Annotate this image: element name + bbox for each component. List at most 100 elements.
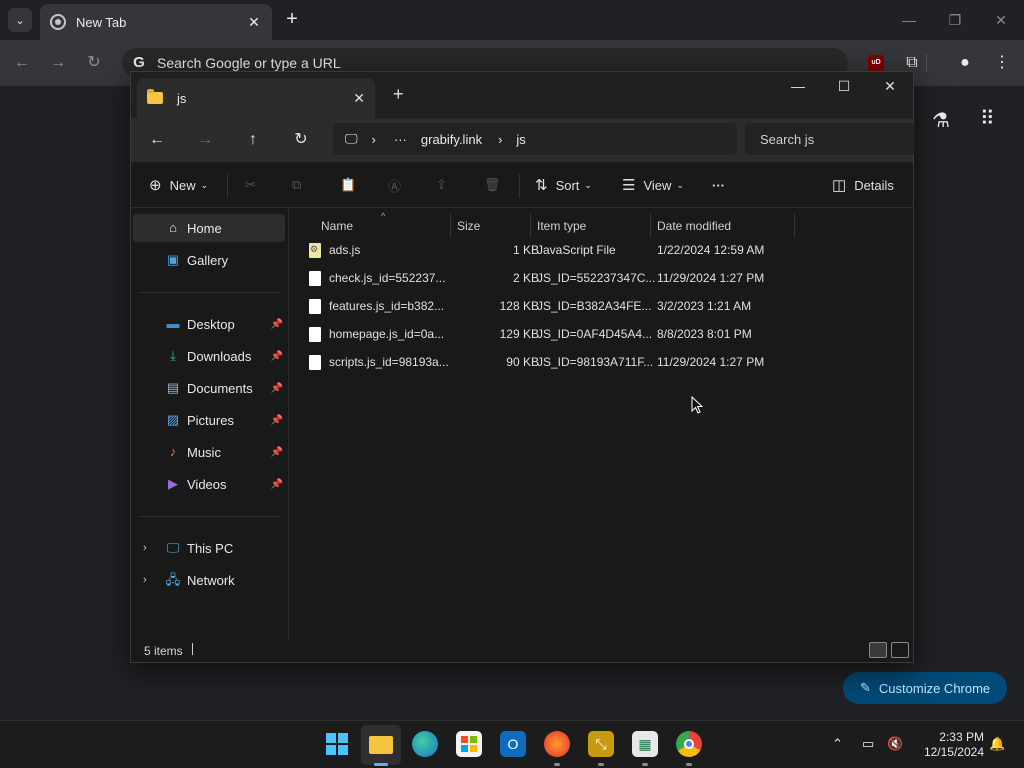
network-status-icon[interactable]: ▭ [862, 736, 874, 752]
profile-icon[interactable]: ● [954, 52, 976, 74]
chrome-tabstrip: ⌄ New Tab ✕ + — ❐ ✕ [0, 0, 1024, 40]
google-apps-icon[interactable]: ⠿ [980, 106, 995, 131]
paste-icon[interactable]: 📋 [340, 174, 356, 196]
column-header-size[interactable]: Size [457, 214, 529, 238]
delete-icon[interactable]: 🗑 [484, 174, 501, 196]
forward-icon[interactable]: → [47, 52, 69, 74]
chevron-right-icon[interactable]: › [143, 542, 147, 554]
sort-button[interactable]: ⇅ Sort ⌄ [535, 174, 592, 196]
close-window-icon[interactable]: ✕ [978, 0, 1024, 40]
chrome-tab-new-tab[interactable]: New Tab ✕ [40, 4, 272, 40]
column-header-modified[interactable]: Date modified [657, 214, 793, 238]
reload-icon[interactable]: ↻ [83, 52, 105, 74]
share-icon[interactable]: ⇪ [436, 174, 447, 196]
close-tab-icon[interactable]: ✕ [353, 90, 365, 107]
back-icon[interactable]: ← [11, 52, 33, 74]
chrome-menu-icon[interactable]: ⋮ [991, 52, 1013, 74]
sidebar-item-label: Videos [187, 476, 227, 492]
minimize-icon[interactable]: — [886, 0, 932, 40]
pin-icon[interactable]: 📌 [271, 319, 283, 330]
restore-icon[interactable]: ❐ [932, 0, 978, 40]
sidebar-item-videos[interactable]: ▶ Videos 📌 [133, 470, 285, 498]
pin-icon[interactable]: 📌 [271, 351, 283, 362]
close-tab-icon[interactable]: ✕ [246, 14, 262, 31]
sidebar-item-desktop[interactable]: ▬ Desktop 📌 [133, 310, 285, 338]
sidebar-item-documents[interactable]: ▤ Documents 📌 [133, 374, 285, 402]
taskbar-app-window[interactable]: ▦ [632, 731, 658, 757]
file-modified: 11/29/2024 1:27 PM [657, 355, 765, 369]
sidebar-item-network[interactable]: › 🖧 Network [133, 566, 285, 594]
breadcrumb-js[interactable]: js [516, 132, 525, 147]
pin-icon[interactable]: 📌 [271, 447, 283, 458]
omnibox-placeholder: Search Google or type a URL [157, 55, 341, 71]
column-divider[interactable] [794, 214, 795, 238]
explorer-tab-js[interactable]: js ✕ [137, 78, 375, 118]
notification-bell-icon[interactable]: 🔔 [989, 736, 1005, 752]
status-divider [192, 643, 193, 655]
taskbar-file-explorer[interactable] [361, 725, 401, 765]
copy-icon[interactable]: ⧉ [292, 174, 301, 196]
minimize-icon[interactable]: — [775, 72, 821, 100]
sidebar-item-gallery[interactable]: ▣ Gallery [133, 246, 285, 274]
explorer-new-tab-button[interactable]: + [393, 84, 404, 105]
sidebar-divider [139, 292, 279, 293]
start-button[interactable] [324, 731, 350, 757]
file-row[interactable]: ads.js 1 KB JavaScript File 1/22/2024 12… [305, 236, 785, 264]
sidebar-item-pictures[interactable]: ▨ Pictures 📌 [133, 406, 285, 434]
back-arrow-icon[interactable]: ← [145, 128, 169, 152]
taskbar-clock[interactable]: 2:33 PM 12/15/2024 [912, 730, 984, 760]
taskbar-chrome[interactable] [676, 731, 702, 757]
column-divider[interactable] [650, 214, 651, 238]
file-row[interactable]: check.js_id=552237... 2 KB JS_ID=5522373… [305, 264, 785, 292]
chevron-right-icon[interactable]: › [143, 574, 147, 586]
refresh-icon[interactable]: ↻ [289, 128, 313, 152]
address-bar[interactable]: 🖵 › ··· grabify.link › js [333, 123, 737, 155]
file-row[interactable]: homepage.js_id=0a... 129 KB JS_ID=0AF4D4… [305, 320, 785, 348]
taskbar-edge[interactable] [412, 731, 438, 757]
view-button[interactable]: ☰ View ⌄ [622, 174, 684, 196]
column-divider[interactable] [530, 214, 531, 238]
separator [227, 174, 228, 198]
maximize-icon[interactable]: ☐ [821, 72, 867, 100]
file-row[interactable]: features.js_id=b382... 128 KB JS_ID=B382… [305, 292, 785, 320]
rename-icon[interactable]: Ⓐ [388, 174, 401, 196]
breadcrumb-grabify-link[interactable]: grabify.link [421, 132, 482, 147]
column-header-name[interactable]: Name ^ [321, 211, 449, 238]
more-options-button[interactable]: ··· [712, 174, 725, 196]
search-input[interactable]: Search js [745, 123, 915, 155]
new-button[interactable]: ⊕ New ⌄ [149, 174, 208, 196]
details-button[interactable]: ◫ Details [832, 174, 894, 196]
breadcrumb-overflow[interactable]: ··· [394, 132, 407, 147]
chrome-window-controls: — ❐ ✕ [886, 0, 1024, 40]
tiles-view-icon[interactable] [891, 642, 909, 658]
ublock-extension-icon[interactable]: uD [868, 55, 884, 71]
forward-arrow-icon[interactable]: → [193, 128, 217, 152]
cut-icon[interactable]: ✂ [245, 174, 256, 196]
column-header-type[interactable]: Item type [537, 214, 649, 238]
sidebar-item-downloads[interactable]: ⤓ Downloads 📌 [133, 342, 285, 370]
chevron-up-icon[interactable]: ⌃ [832, 736, 843, 752]
customize-chrome-button[interactable]: ✎ Customize Chrome [843, 672, 1007, 704]
close-window-icon[interactable]: ✕ [867, 72, 913, 100]
column-divider[interactable] [450, 214, 451, 238]
taskbar-store[interactable] [456, 731, 482, 757]
sidebar-item-music[interactable]: ♪ Music 📌 [133, 438, 285, 466]
labs-flask-icon[interactable]: ⚗ [932, 108, 950, 133]
up-arrow-icon[interactable]: ↑ [241, 128, 265, 152]
file-modified: 8/8/2023 8:01 PM [657, 327, 752, 341]
pin-icon[interactable]: 📌 [271, 479, 283, 490]
file-row[interactable]: scripts.js_id=98193a... 90 KB JS_ID=9819… [305, 348, 785, 376]
new-tab-button[interactable]: + [282, 8, 302, 32]
sidebar-item-home[interactable]: ⌂ Home [133, 214, 285, 242]
running-indicator [642, 763, 648, 766]
pin-icon[interactable]: 📌 [271, 415, 283, 426]
details-view-icon[interactable] [869, 642, 887, 658]
taskbar-firefox[interactable] [544, 731, 570, 757]
taskbar-app-yellow[interactable]: ⤡ [588, 731, 614, 757]
tab-search-button[interactable]: ⌄ [8, 8, 32, 32]
sidebar-item-this-pc[interactable]: › 🖵 This PC [133, 534, 285, 562]
taskbar-outlook[interactable]: O [500, 731, 526, 757]
volume-muted-icon[interactable]: 🔇 [887, 736, 903, 752]
pin-icon[interactable]: 📌 [271, 383, 283, 394]
gallery-icon: ▣ [166, 252, 180, 267]
